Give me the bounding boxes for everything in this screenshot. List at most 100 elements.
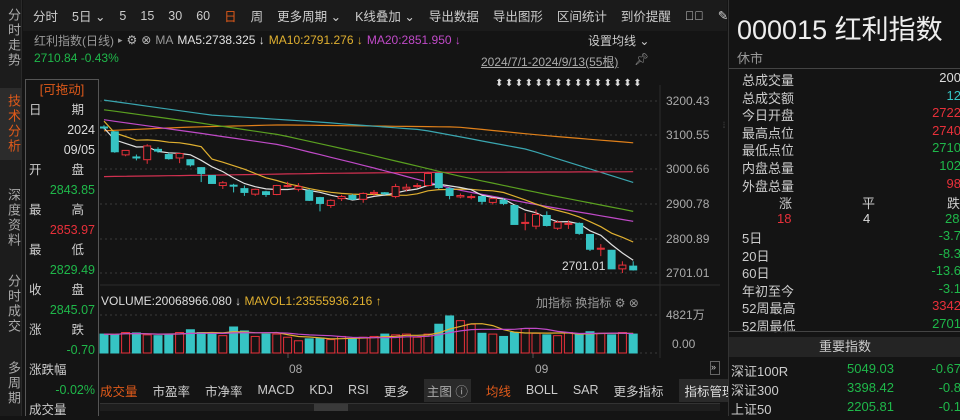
add-indicator-button[interactable]: 加指标 换指标 — [536, 296, 611, 310]
info-year: 2024 — [67, 123, 95, 137]
security-title: 000015 红利指数 — [737, 15, 943, 45]
candle-down — [164, 154, 173, 160]
stat-label: 最高点位 — [742, 125, 795, 141]
index-name: 上证50 — [731, 402, 772, 416]
candle-down — [575, 222, 584, 234]
stat-row: 外盘总量 98 — [729, 176, 960, 194]
y-tick: 2701.01 — [666, 266, 710, 280]
candle-up — [272, 185, 281, 195]
stat-label: 今日开盘 — [742, 108, 795, 124]
volume-bar — [175, 332, 185, 354]
stat-label: 外盘总量 — [742, 178, 795, 194]
label-char: 收 — [29, 283, 42, 297]
volume-bar — [585, 331, 595, 354]
candle-down — [380, 192, 389, 195]
candle-down — [197, 167, 206, 174]
info-high: 2853.97 — [49, 223, 95, 237]
low-label: 最低 — [26, 240, 98, 260]
ind-sar[interactable]: SAR — [573, 383, 599, 397]
volume-value: VOLUME:20068966.080 ↓ — [101, 294, 242, 308]
volume-bar — [121, 332, 131, 354]
stat-value: 2740 — [932, 122, 960, 138]
ind-pe[interactable]: 市盈率 — [153, 381, 191, 400]
ind-more[interactable]: 更多 — [384, 381, 409, 400]
stat-value: 102 — [939, 158, 960, 173]
ind-ma[interactable]: 均线 — [486, 381, 511, 400]
index-row[interactable]: 上证50 2205.81 -0.1 — [729, 399, 960, 416]
x-tick: 09 — [535, 362, 549, 376]
drag-label[interactable]: [可拖动] — [26, 80, 98, 100]
index-row[interactable]: 深证300 3398.42 -0.8 — [729, 380, 960, 398]
kline-chart[interactable] — [0, 0, 720, 416]
stat-row: 内盘总量 102 — [729, 158, 960, 176]
stat-label: 最低点位 — [742, 143, 795, 159]
volume-bar — [445, 315, 455, 354]
ind-rsi[interactable]: RSI — [348, 383, 369, 397]
scroll-thumb[interactable] — [314, 404, 348, 411]
crosshair-info-panel[interactable]: [可拖动] 日期 2024 09/05 开盘 2843.85 最高 2853.9… — [25, 79, 99, 417]
open-label: 开盘 — [26, 160, 98, 180]
label-char: 盘 — [71, 163, 84, 177]
ind-boll[interactable]: BOLL — [526, 383, 558, 397]
perf-label: 20日 — [742, 248, 770, 264]
y-tick: 3200.43 — [666, 94, 710, 108]
close-icon[interactable]: ⊗ — [629, 296, 639, 310]
candle-up — [521, 221, 530, 224]
ma30-line — [103, 109, 634, 212]
main-chart-button[interactable]: 主图 ⓘ — [423, 378, 471, 402]
index-name: 深证100R — [731, 364, 789, 379]
info-date: 09/05 — [63, 143, 95, 157]
index-price: 2205.81 — [847, 399, 894, 414]
candle-down — [316, 197, 324, 204]
ind-volume[interactable]: 成交量 — [100, 381, 138, 400]
perf-value: -3.1 — [938, 280, 960, 296]
info-close: 2845.07 — [49, 303, 95, 317]
candle-up — [359, 192, 368, 200]
candle-up — [121, 149, 130, 156]
chg-label: 涨跌 — [26, 320, 98, 340]
volume-bar — [488, 333, 498, 354]
index-row[interactable]: 深证100R 5049.03 -0.67 — [729, 361, 960, 379]
volume-bar — [499, 335, 509, 354]
label-char: 跌 — [71, 323, 84, 337]
stat-row: 52周最高 3342 — [729, 298, 960, 316]
ind-pb[interactable]: 市净率 — [205, 381, 243, 400]
index-change: -0.67 — [931, 361, 960, 376]
expand-icon[interactable]: » — [710, 361, 720, 375]
volume-bar — [153, 335, 163, 354]
info-open: 2843.85 — [49, 183, 95, 197]
volume-bar — [110, 333, 120, 354]
candle-up — [488, 198, 497, 203]
candle-down — [154, 148, 162, 152]
resize-grip-icon[interactable]: ⦙ — [723, 120, 725, 131]
ind-macd[interactable]: MACD — [258, 383, 295, 397]
volume-bar — [466, 323, 476, 354]
volume-bar — [164, 333, 174, 354]
candle-down — [510, 205, 519, 225]
vol-y-top: 4821万 — [666, 308, 705, 322]
volume-bar — [293, 340, 303, 354]
perf-value: 2701 — [932, 316, 960, 331]
candle-down — [240, 188, 249, 193]
volume-bar — [261, 333, 271, 354]
volume-legend: VOLUME:20068966.080 ↓ MAVOL1:23555936.21… — [101, 294, 382, 308]
quote-panel: 000015 红利指数 休市 总成交量 200 总成交额 12 今日开盘 2722 最高点位… — [728, 0, 960, 416]
horizontal-scrollbar[interactable] — [100, 403, 720, 411]
gear-icon[interactable]: ⚙ — [615, 296, 626, 310]
volume-bar — [304, 338, 314, 354]
volume-bar — [412, 336, 422, 354]
volume-bar — [142, 334, 152, 354]
volume-bar — [509, 332, 519, 354]
candle-down — [186, 159, 195, 166]
ind-more-indicators[interactable]: 更多指标 — [614, 381, 664, 400]
label-char: 低 — [71, 243, 84, 257]
ind-kdj[interactable]: KDJ — [309, 383, 333, 397]
volume-bar — [207, 333, 217, 354]
perf-label: 52周最低 — [742, 319, 796, 334]
volume-bar — [250, 335, 260, 354]
candle-up — [553, 221, 562, 229]
volume-bar — [315, 337, 325, 354]
candle-up — [337, 196, 346, 200]
candle-down — [348, 195, 357, 200]
label-char: 日 — [29, 103, 42, 117]
